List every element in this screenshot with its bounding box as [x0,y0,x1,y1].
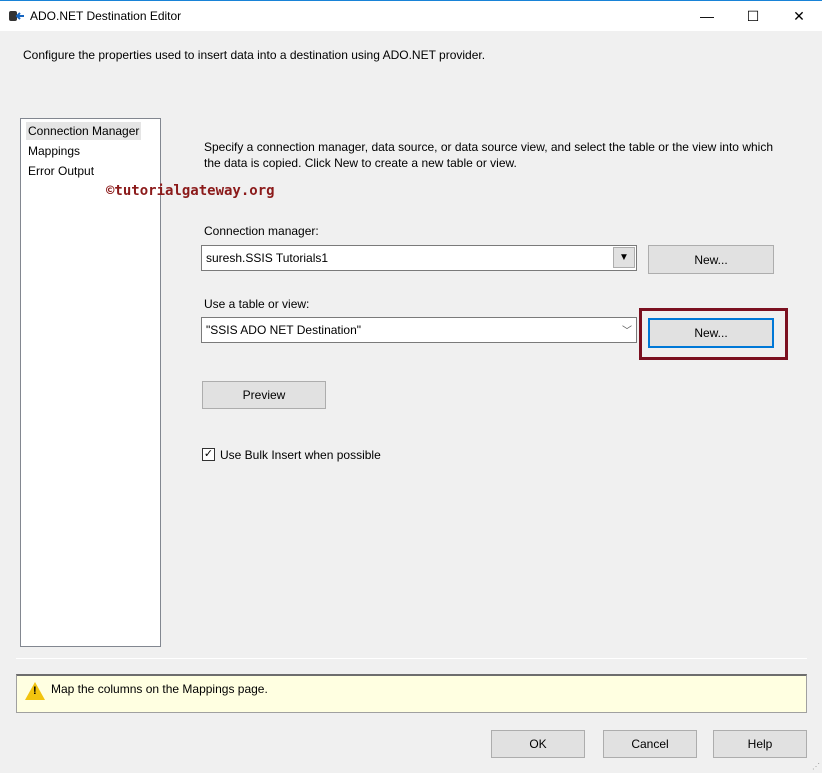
nav-item-mappings[interactable]: Mappings [26,142,82,160]
cancel-button[interactable]: Cancel [603,730,697,758]
bulk-insert-checkbox[interactable]: ✓ [202,448,215,461]
new-table-button[interactable]: New... [648,318,774,348]
message-text: Map the columns on the Mappings page. [51,682,268,696]
instructions-line-1: Specify a connection manager, data sourc… [204,140,773,154]
window-title: ADO.NET Destination Editor [30,9,182,23]
instructions-line-2: the data is copied. Click New to create … [204,156,517,170]
bulk-insert-label[interactable]: Use Bulk Insert when possible [220,448,381,462]
table-or-view-label: Use a table or view: [204,297,310,311]
maximize-button[interactable]: ☐ [730,1,776,31]
help-button[interactable]: Help [713,730,807,758]
preview-button[interactable]: Preview [202,381,326,409]
message-panel: ! Map the columns on the Mappings page. [16,674,807,713]
ok-button[interactable]: OK [491,730,585,758]
table-or-view-value: "SSIS ADO NET Destination" [206,323,362,337]
connection-manager-select[interactable]: suresh.SSIS Tutorials1 ▼ [201,245,637,271]
connection-manager-label: Connection manager: [204,224,319,238]
close-button[interactable]: ✕ [776,1,822,31]
warning-icon-mark: ! [33,685,37,697]
divider [16,658,807,659]
chevron-down-icon[interactable]: ﹀ [622,322,632,337]
watermark: ©tutorialgateway.org [106,183,275,199]
connection-manager-value: suresh.SSIS Tutorials1 [206,251,329,265]
dialog-description: Configure the properties used to insert … [23,48,486,62]
title-bar: ADO.NET Destination Editor — ☐ ✕ [0,0,822,31]
new-connection-button[interactable]: New... [648,245,774,274]
minimize-button[interactable]: — [684,1,730,31]
nav-item-connection-manager[interactable]: Connection Manager [26,122,142,140]
resize-grip-icon[interactable]: ⋰ [812,762,820,771]
table-or-view-select[interactable]: "SSIS ADO NET Destination" ﹀ [201,317,637,343]
dropdown-arrow-icon[interactable]: ▼ [613,247,635,268]
ado-net-destination-icon [9,11,24,21]
nav-item-error-output[interactable]: Error Output [26,162,96,180]
